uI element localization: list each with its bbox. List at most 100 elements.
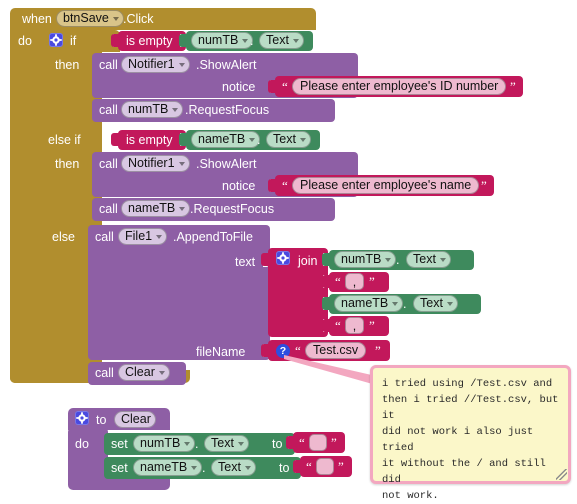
chevron-down-icon[interactable] [179, 206, 186, 211]
text-id-number-value[interactable]: Please enter employee's ID number [292, 78, 507, 95]
join-string-1-plug [322, 275, 330, 288]
join-mutator-gear-icon[interactable] [276, 251, 290, 265]
comment-balloon[interactable]: i tried using /Test.csv and then i tried… [370, 365, 571, 502]
when-label: when [22, 12, 52, 26]
join-getter-1-component-name: numTB [341, 252, 382, 267]
join-getter-3-property-name: Text [420, 296, 443, 311]
set-2-string-plug [293, 460, 301, 473]
open-quote-icon-4: “ [335, 318, 341, 333]
to-label: to [96, 413, 107, 427]
getter-2-property-name: Text [273, 132, 296, 147]
close-quote-icon-1: ” [510, 79, 516, 94]
if-mutator-gear-icon[interactable] [49, 33, 63, 47]
join-getter-1-property[interactable]: Text [406, 251, 451, 268]
chevron-down-icon[interactable] [237, 441, 244, 446]
chevron-down-icon[interactable] [191, 465, 198, 470]
call-label-focus-1: call [99, 103, 118, 117]
close-quote-icon-3: ” [369, 274, 375, 289]
event-name-label: .Click [123, 12, 154, 26]
event-component-name: btnSave [63, 11, 109, 26]
focus-2-component-name: nameTB [128, 201, 176, 216]
join-string-1-text: , [352, 275, 357, 289]
event-component-dropdown[interactable]: btnSave [56, 10, 124, 27]
open-quote-icon-3: “ [335, 274, 341, 289]
call-2-method-label: .ShowAlert [196, 157, 257, 171]
procedure-mutator-gear-icon[interactable] [75, 411, 89, 425]
if-label: if [70, 34, 77, 48]
focus-2-component-dropdown[interactable]: nameTB [121, 200, 191, 217]
set-1-component-dropdown[interactable]: numTB [133, 435, 196, 452]
close-quote-icon-7: ” [338, 459, 344, 474]
getter-1-component-dropdown[interactable]: numTB [191, 32, 254, 49]
call-label-1: call [99, 58, 118, 72]
call-2-component-dropdown[interactable]: Notifier1 [121, 155, 190, 172]
focus-1-component-name: numTB [128, 102, 169, 117]
chevron-down-icon[interactable] [292, 38, 299, 43]
then-label-1: then [55, 58, 80, 72]
set-2-string-value[interactable] [316, 458, 334, 475]
procedure-name-field[interactable]: Clear [114, 411, 156, 428]
getter-1-dot: . [250, 34, 254, 48]
chevron-down-icon[interactable] [184, 441, 191, 446]
join-getter-1-plug [322, 253, 330, 266]
chevron-down-icon[interactable] [439, 257, 446, 262]
file-component-dropdown[interactable]: File1 [118, 228, 168, 245]
join-getter-3-property[interactable]: Text [413, 295, 458, 312]
resize-handle-icon[interactable] [556, 469, 567, 480]
is-empty-1-left-plug [111, 34, 119, 47]
comment-text: i tried using /Test.csv and then i tried… [382, 378, 559, 502]
chevron-down-icon[interactable] [178, 161, 185, 166]
chevron-down-icon[interactable] [385, 257, 392, 262]
set-2-dot: . [202, 461, 206, 475]
set-2-component-dropdown[interactable]: nameTB [133, 459, 203, 476]
text-employee-name-value[interactable]: Please enter employee's name [292, 177, 480, 194]
chevron-down-icon[interactable] [392, 301, 399, 306]
focus-1-component-dropdown[interactable]: numTB [121, 101, 184, 118]
call-1-component-dropdown[interactable]: Notifier1 [121, 56, 190, 73]
set-2-property-name: Text [218, 460, 241, 475]
chevron-down-icon[interactable] [112, 16, 119, 21]
call-1-method-label: .ShowAlert [196, 58, 257, 72]
open-quote-icon-2: “ [282, 178, 288, 193]
chevron-down-icon[interactable] [244, 465, 251, 470]
chevron-down-icon[interactable] [172, 107, 179, 112]
clear-procedure-dropdown[interactable]: Clear [118, 364, 170, 381]
set-1-property-dropdown[interactable]: Text [204, 435, 249, 452]
chevron-down-icon[interactable] [242, 38, 249, 43]
chevron-down-icon[interactable] [156, 234, 163, 239]
getter-2-component-dropdown[interactable]: nameTB [191, 131, 261, 148]
filename-arg-label: fileName [196, 345, 246, 359]
join-getter-1-property-name: Text [413, 252, 436, 267]
chevron-down-icon[interactable] [299, 137, 306, 142]
join-string-2-value[interactable]: , [345, 317, 364, 334]
clear-procedure-name: Clear [125, 365, 155, 380]
set-2-to-label: to [279, 461, 290, 475]
getter-1-property-dropdown[interactable]: Text [259, 32, 304, 49]
else-if-label: else if [48, 133, 81, 147]
call-file1-appendtofile[interactable] [88, 225, 270, 360]
set-label-1: set [111, 437, 128, 451]
chevron-down-icon[interactable] [158, 370, 165, 375]
chevron-down-icon[interactable] [178, 62, 185, 67]
chevron-down-icon[interactable] [446, 301, 453, 306]
is-empty-2-left-plug [111, 133, 119, 146]
set-1-string-value[interactable] [309, 434, 327, 451]
is-empty-1-label: is empty [126, 34, 173, 48]
procedure-bottom-bar [68, 478, 170, 490]
set-label-2: set [111, 461, 128, 475]
join-getter-3-component[interactable]: nameTB [334, 295, 404, 312]
call-2-component-name: Notifier1 [128, 156, 175, 171]
join-string-1-value[interactable]: , [345, 273, 364, 290]
join-string-2-text: , [352, 319, 357, 333]
close-quote-icon-2: ” [481, 178, 487, 193]
blocks-canvas[interactable]: when btnSave .Click do if is empty numTB… [0, 0, 577, 502]
getter-1-property-name: Text [266, 33, 289, 48]
call-1-component-name: Notifier1 [128, 57, 175, 72]
join-getter-1-component[interactable]: numTB [334, 251, 397, 268]
open-quote-icon-6: “ [299, 435, 305, 450]
set-1-string-plug [286, 436, 294, 449]
getter-2-property-dropdown[interactable]: Text [266, 131, 311, 148]
getter-2-dot: . [257, 133, 261, 147]
set-2-property-dropdown[interactable]: Text [211, 459, 256, 476]
chevron-down-icon[interactable] [249, 137, 256, 142]
